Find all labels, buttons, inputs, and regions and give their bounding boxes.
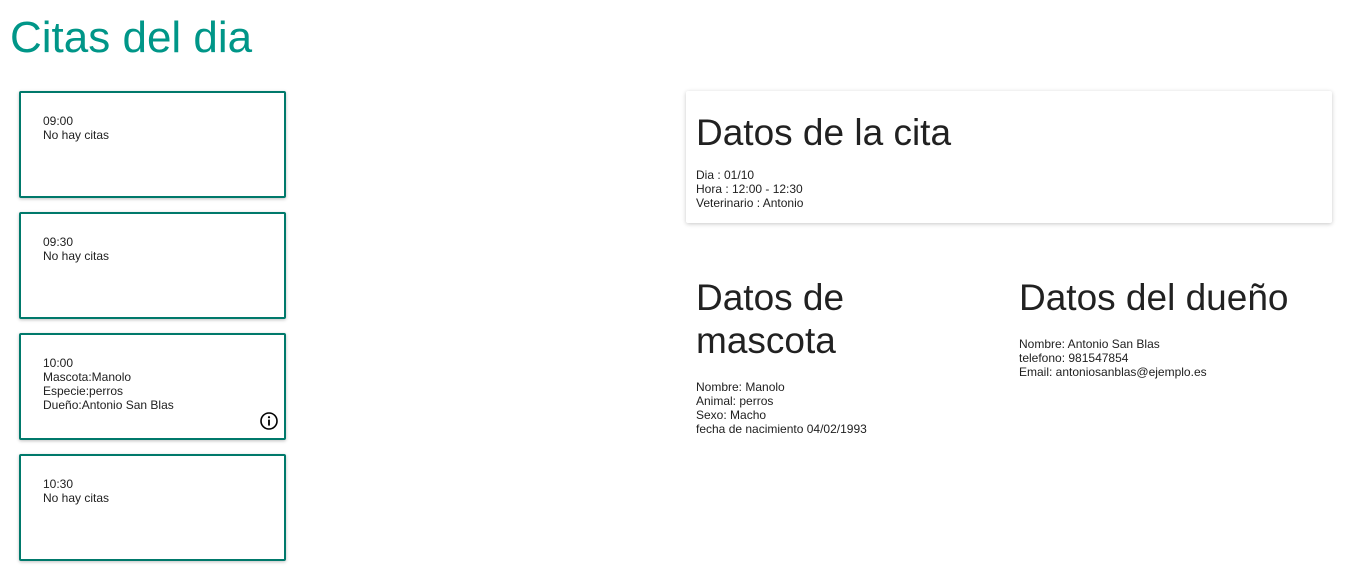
- slot-pet-name: Mascota:Manolo: [43, 370, 132, 384]
- appointment-details-card: Datos de la cita Dia : 01/10 Hora : 12:0…: [686, 91, 1332, 223]
- info-circle-icon[interactable]: [259, 411, 279, 431]
- pet-heading-line-2: mascota: [696, 320, 836, 361]
- slot-species: Especie:perros: [43, 384, 124, 398]
- pet-animal: Animal: perros: [696, 394, 774, 408]
- slot-status: No hay citas: [43, 128, 110, 142]
- appointment-slot-1030[interactable]: 10:30 No hay citas: [19, 454, 286, 561]
- appointment-slot-list: 09:00 No hay citas 09:30 No hay citas 10…: [19, 91, 286, 575]
- pet-birthdate: fecha de nacimiento 04/02/1993: [696, 422, 867, 436]
- owner-email: Email: antoniosanblas@ejemplo.es: [1019, 365, 1207, 379]
- pet-details-heading: Datos de mascota: [696, 276, 996, 362]
- slot-status: No hay citas: [43, 491, 110, 505]
- slot-time: 10:00: [43, 356, 74, 370]
- pet-details-section: Datos de mascota Nombre: Manolo Animal: …: [696, 276, 996, 436]
- owner-phone: telefono: 981547854: [1019, 351, 1129, 365]
- slot-time: 10:30: [43, 477, 74, 491]
- slot-time: 09:30: [43, 235, 74, 249]
- slot-owner: Dueño:Antonio San Blas: [43, 398, 174, 412]
- appointment-details-heading: Datos de la cita: [696, 112, 952, 153]
- slot-status: No hay citas: [43, 249, 110, 263]
- appointment-vet: Veterinario : Antonio: [696, 196, 804, 210]
- appointment-slot-0930[interactable]: 09:30 No hay citas: [19, 212, 286, 319]
- pet-heading-line-1: Datos de: [696, 277, 845, 318]
- appointment-slot-0900[interactable]: 09:00 No hay citas: [19, 91, 286, 198]
- appointment-details: Dia : 01/10 Hora : 12:00 - 12:30 Veterin…: [696, 168, 1332, 210]
- pet-sex: Sexo: Macho: [696, 408, 767, 422]
- pet-name: Nombre: Manolo: [696, 380, 785, 394]
- pet-details: Nombre: Manolo Animal: perros Sexo: Mach…: [696, 380, 996, 436]
- appointment-time: Hora : 12:00 - 12:30: [696, 182, 803, 196]
- owner-details-section: Datos del dueño Nombre: Antonio San Blas…: [1019, 276, 1349, 379]
- slot-time: 09:00: [43, 114, 74, 128]
- owner-details: Nombre: Antonio San Blas telefono: 98154…: [1019, 337, 1349, 379]
- appointment-slot-1000[interactable]: 10:00 Mascota:Manolo Especie:perros Dueñ…: [19, 333, 286, 440]
- appointment-day: Dia : 01/10: [696, 168, 755, 182]
- owner-name: Nombre: Antonio San Blas: [1019, 337, 1160, 351]
- owner-details-heading: Datos del dueño: [1019, 277, 1289, 318]
- page-title: Citas del dia: [10, 13, 253, 62]
